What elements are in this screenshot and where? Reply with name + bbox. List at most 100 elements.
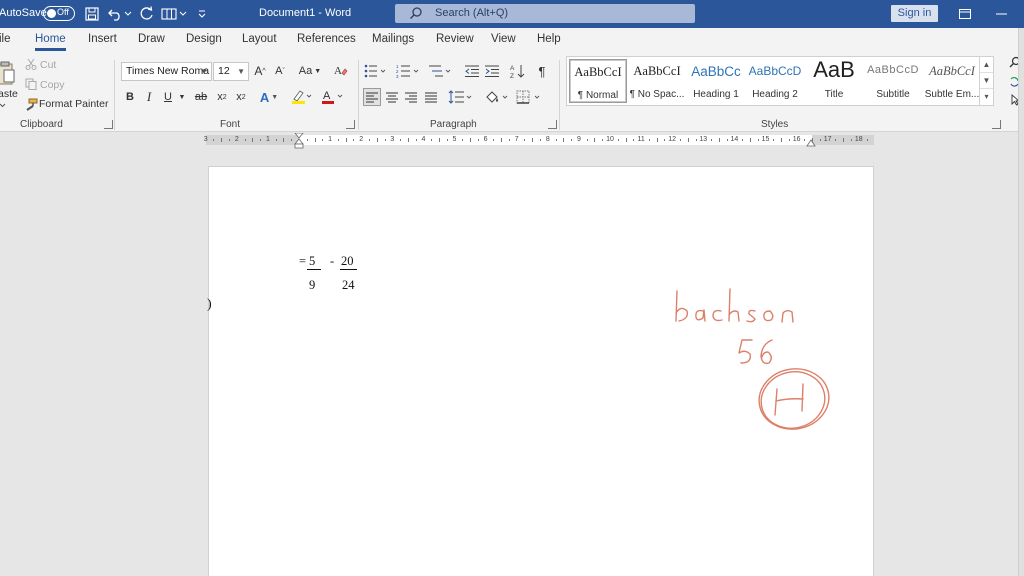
style-name: Title <box>824 89 844 100</box>
paste-label[interactable]: aste <box>0 88 18 100</box>
format-painter-icon[interactable] <box>24 97 38 111</box>
tab-layout[interactable]: Layout <box>242 33 277 45</box>
gallery-more-icon[interactable]: ▾ <box>980 89 993 105</box>
show-formatting-marks-icon[interactable]: ¶ <box>535 63 549 79</box>
paste-icon[interactable] <box>0 58 16 88</box>
tab-review[interactable]: Review <box>436 33 474 45</box>
style-sample: AaB <box>813 57 855 82</box>
style-no-spacing[interactable]: AaBbCcI ¶ No Spac... <box>628 59 686 103</box>
right-indent-icon[interactable] <box>806 138 816 147</box>
style-heading-2[interactable]: AaBbCcD Heading 2 <box>746 59 804 103</box>
tab-file[interactable]: ile <box>0 33 11 45</box>
autosave-state: Off <box>57 7 69 17</box>
table-icon[interactable] <box>160 5 178 23</box>
text-effects-icon[interactable]: A ▼ <box>258 89 280 105</box>
subscript-icon[interactable]: x2 <box>215 89 229 105</box>
tab-view[interactable]: View <box>491 33 516 45</box>
cut-button[interactable]: Cut <box>40 59 56 71</box>
styles-launcher-icon[interactable] <box>992 120 1001 129</box>
format-painter-button[interactable]: Format Painter <box>39 98 108 110</box>
group-separator <box>114 60 115 130</box>
sort-icon[interactable]: AZ <box>509 62 527 80</box>
underline-dropdown-icon[interactable]: ▼ <box>178 91 186 103</box>
ruler-number: 15 <box>761 136 770 143</box>
tab-references[interactable]: References <box>297 33 356 45</box>
align-left-icon[interactable] <box>363 88 381 106</box>
ruler-tick <box>718 138 720 142</box>
align-center-icon[interactable] <box>384 89 400 105</box>
ink-annotation[interactable] <box>669 285 839 435</box>
paste-dropdown-icon[interactable] <box>0 101 6 109</box>
style-heading-1[interactable]: AaBbCc Heading 1 <box>687 59 745 103</box>
undo-dropdown-icon[interactable] <box>123 5 133 23</box>
align-right-icon[interactable] <box>403 89 419 105</box>
tab-draw[interactable]: Draw <box>138 33 165 45</box>
font-color-icon[interactable]: A <box>320 89 346 105</box>
bullets-icon[interactable] <box>364 63 388 79</box>
minimize-icon[interactable] <box>992 4 1012 24</box>
sign-in-button[interactable]: Sign in <box>891 5 938 22</box>
redo-icon[interactable] <box>138 5 156 23</box>
superscript-icon[interactable]: x2 <box>234 89 248 105</box>
bold-icon[interactable]: B <box>124 89 136 105</box>
vertical-scrollbar[interactable] <box>1018 28 1024 576</box>
style-sample: AaBbCcI <box>633 64 681 78</box>
tab-help[interactable]: Help <box>537 33 561 45</box>
table-dropdown-icon[interactable] <box>178 5 188 23</box>
ruler-tick <box>540 139 542 141</box>
clipboard-launcher-icon[interactable] <box>104 120 113 129</box>
numbering-icon[interactable]: 123 <box>396 63 422 79</box>
line-spacing-icon[interactable] <box>448 89 474 105</box>
shading-icon[interactable] <box>485 89 511 105</box>
style-title[interactable]: AaB Title <box>805 57 863 103</box>
justify-icon[interactable] <box>423 89 439 105</box>
style-subtle-emphasis[interactable]: AaBbCcI Subtle Em... <box>923 59 981 103</box>
italic-icon[interactable]: I <box>143 89 155 105</box>
decrease-indent-icon[interactable] <box>464 63 480 79</box>
copy-button[interactable]: Copy <box>40 79 65 91</box>
font-launcher-icon[interactable] <box>346 120 355 129</box>
ruler-number: 9 <box>576 136 581 143</box>
indent-markers-icon[interactable] <box>294 132 304 149</box>
change-case-icon[interactable]: Aa ▼ <box>297 63 323 79</box>
document-page[interactable]: = 5 9 - 20 24 ) <box>207 166 874 576</box>
ruler-number: 1 <box>328 136 333 143</box>
ruler-tick <box>866 139 868 141</box>
ruler-tick <box>384 139 386 141</box>
customize-qat-icon[interactable] <box>193 5 211 23</box>
tab-design[interactable]: Design <box>186 33 222 45</box>
autosave-toggle[interactable]: Off <box>43 6 75 21</box>
ribbon-tabs: ile Home Insert Draw Design Layout Refer… <box>0 28 1024 54</box>
style-name: ¶ No Spac... <box>629 89 685 100</box>
multilevel-list-icon[interactable] <box>428 63 454 79</box>
undo-icon[interactable] <box>106 5 124 23</box>
horizontal-ruler[interactable]: 3 2 1 1 2 3 4 5 6 7 8 9 10 11 12 13 14 15 16 17 18 <box>204 132 874 149</box>
ribbon-display-options-icon[interactable] <box>955 4 975 24</box>
font-size-dropdown[interactable]: 12 ▼ <box>213 62 249 81</box>
shrink-font-icon[interactable]: Aˇ <box>272 63 288 79</box>
tab-home[interactable]: Home <box>35 33 66 51</box>
grow-font-icon[interactable]: A ^ <box>252 63 268 79</box>
increase-indent-icon[interactable] <box>484 63 500 79</box>
ruler-tick <box>400 139 402 141</box>
strikethrough-icon[interactable]: ab <box>194 89 208 105</box>
tab-insert[interactable]: Insert <box>88 33 117 45</box>
ruler-number: 2 <box>359 136 364 143</box>
ruler-tick <box>462 139 464 141</box>
font-name-dropdown[interactable]: Times New Roma ▼ <box>121 62 212 81</box>
paragraph-launcher-icon[interactable] <box>548 120 557 129</box>
borders-icon[interactable] <box>516 89 544 105</box>
style-normal[interactable]: AaBbCcI ¶ Normal <box>569 59 627 103</box>
style-subtitle[interactable]: AaBbCcD Subtitle <box>864 59 922 103</box>
clear-formatting-icon[interactable]: A <box>333 62 349 78</box>
copy-icon[interactable] <box>24 77 38 91</box>
highlight-icon[interactable] <box>290 89 314 105</box>
gallery-down-icon[interactable]: ▼ <box>980 73 993 89</box>
tab-mailings[interactable]: Mailings <box>372 33 414 45</box>
gallery-up-icon[interactable]: ▲ <box>980 57 993 73</box>
search-input[interactable]: Search (Alt+Q) <box>395 4 695 23</box>
style-sample: AaBbCcI <box>574 65 622 79</box>
save-icon[interactable] <box>83 5 101 23</box>
cut-icon[interactable] <box>24 57 38 71</box>
underline-icon[interactable]: U <box>162 89 174 105</box>
